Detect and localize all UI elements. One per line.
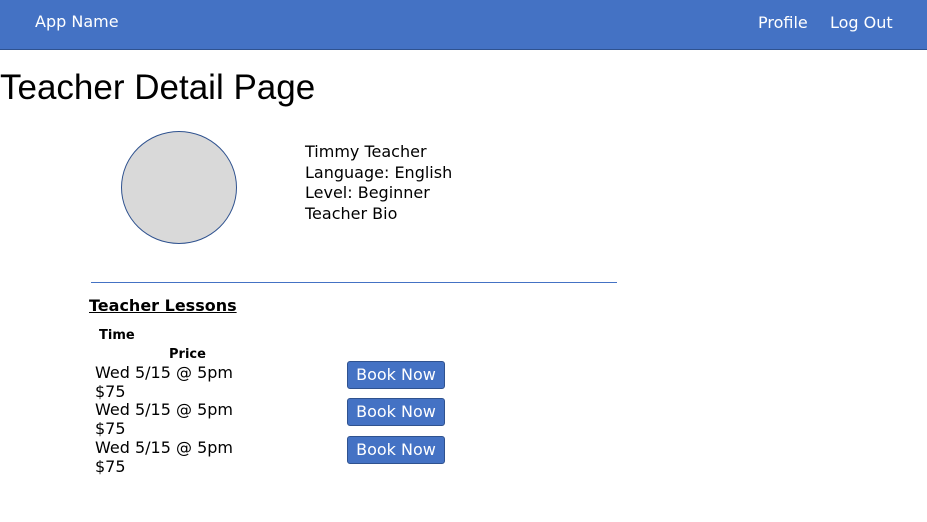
teacher-info: Timmy Teacher Language: English Level: B… [305,142,452,224]
lesson-row: Wed 5/15 @ 5pm $75 Book Now [95,436,455,478]
nav-profile-link[interactable]: Profile [758,13,808,33]
column-header-time: Time [99,328,135,343]
app-brand[interactable]: App Name [35,12,119,32]
lesson-time: Wed 5/15 @ 5pm [95,363,233,382]
teacher-level: Level: Beginner [305,183,430,202]
book-now-button[interactable]: Book Now [347,436,445,464]
section-divider [91,282,617,283]
nav-logout-link[interactable]: Log Out [830,13,893,33]
page-title: Teacher Detail Page [0,68,316,107]
teacher-avatar [121,131,237,244]
navbar: App Name Profile Log Out [0,0,927,50]
lesson-price: $75 [95,419,126,438]
lesson-time: Wed 5/15 @ 5pm [95,438,233,457]
lessons-section-title: Teacher Lessons [89,296,237,315]
lesson-time: Wed 5/15 @ 5pm [95,400,233,419]
teacher-bio: Teacher Bio [305,203,398,223]
lesson-row: Wed 5/15 @ 5pm $75 Book Now [95,398,455,440]
lesson-price: $75 [95,382,126,401]
book-now-button[interactable]: Book Now [347,361,445,389]
lesson-price: $75 [95,457,126,476]
lesson-row: Wed 5/15 @ 5pm $75 Book Now [95,361,455,403]
book-now-button[interactable]: Book Now [347,398,445,426]
column-header-price: Price [169,347,206,362]
teacher-language: Language: English [305,162,453,182]
teacher-name: Timmy Teacher [305,142,427,161]
